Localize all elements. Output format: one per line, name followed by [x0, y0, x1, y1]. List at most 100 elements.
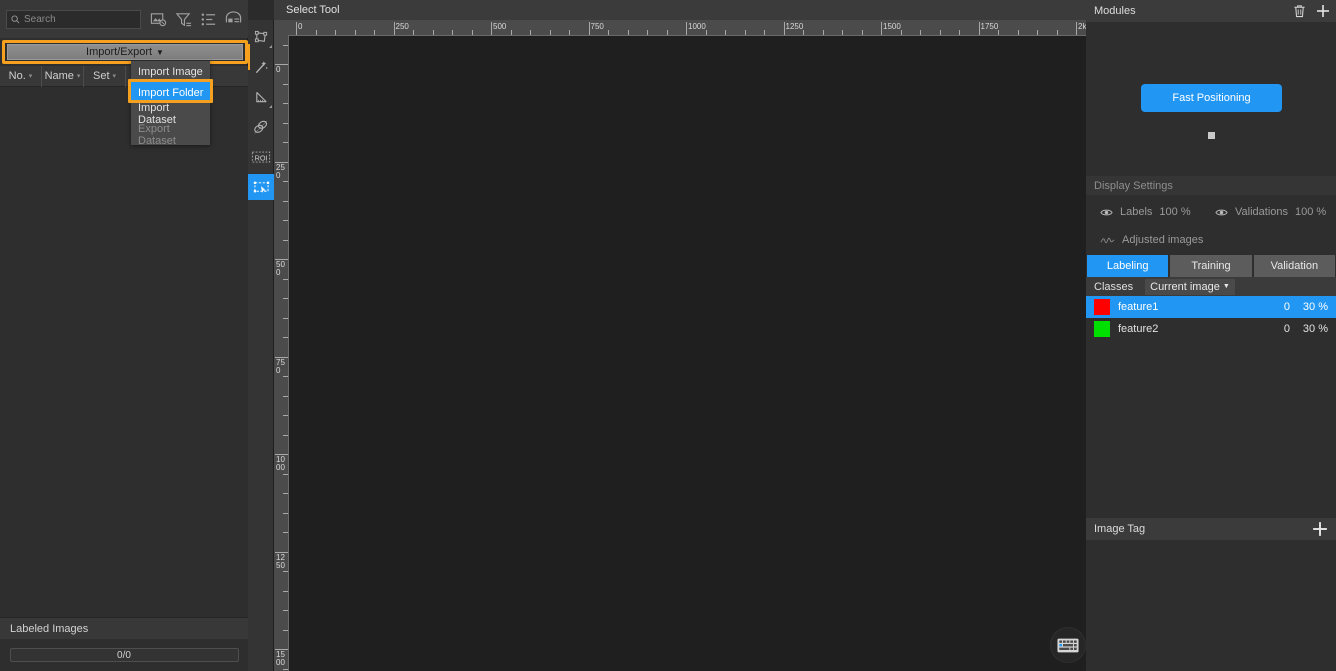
svg-text:ROI: ROI: [255, 153, 268, 162]
vertical-ruler[interactable]: 0 250 500 750 1000 1250 1500: [274, 35, 288, 671]
ruler-label: 500: [493, 22, 507, 31]
image-tag-header: Image Tag: [1086, 518, 1336, 540]
search-icon: [11, 14, 20, 23]
ruler-label: 0: [276, 65, 281, 74]
menu-item-import-image[interactable]: Import Image: [131, 61, 210, 82]
image-canvas[interactable]: [288, 35, 1086, 671]
canvas-area: Select Tool 0 250 500 750 1000 1250 1500 1750 2k…: [274, 0, 1086, 671]
ruler-label: 1500: [883, 22, 901, 31]
display-row-visibility: Labels 100 % Validations 100 %: [1086, 203, 1336, 221]
select-tool-icon: [253, 181, 269, 193]
chevron-down-icon: ▼: [156, 47, 164, 57]
classes-list: feature1 0 30 % feature2 0 30 %: [1086, 296, 1336, 340]
labeled-images-header: Labeled Images: [0, 617, 248, 639]
left-panel: Search Import/Export ▼ No. ▾ Name ▾ Set …: [0, 0, 248, 671]
menu-item-export-dataset: Export Dataset: [138, 122, 176, 147]
search-placeholder: Search: [24, 13, 56, 25]
right-panel: Modules Fast Positioning Display Setting…: [1086, 0, 1336, 671]
plus-icon[interactable]: [1316, 4, 1330, 18]
class-row-feature1[interactable]: feature1 0 30 %: [1086, 296, 1336, 318]
sort-caret-icon: ▾: [76, 73, 81, 80]
ruler-label: 1000: [276, 455, 285, 472]
class-scope-selector[interactable]: Current image ▼: [1145, 278, 1235, 295]
gallery-view-icon[interactable]: [225, 10, 242, 28]
image-filter-icon[interactable]: [150, 11, 167, 28]
column-label: Name: [44, 70, 74, 82]
class-color-swatch[interactable]: [1094, 321, 1110, 337]
labeled-progress-area: 0/0: [0, 639, 248, 671]
column-header-set[interactable]: Set ▾: [84, 65, 126, 87]
module-node-label: Fast Positioning: [1172, 92, 1251, 104]
adjusted-images-toggle[interactable]: Adjusted images: [1100, 234, 1203, 246]
ruler-major-tick: [588, 22, 590, 35]
class-percent: 30 %: [1302, 323, 1328, 335]
column-header-name[interactable]: Name ▾: [42, 65, 84, 87]
modules-canvas[interactable]: Fast Positioning: [1086, 22, 1336, 176]
progress-text: 0/0: [117, 649, 131, 661]
waveform-icon: [1100, 237, 1115, 243]
left-panel-toolbar: Search: [0, 0, 248, 38]
ruler-tool[interactable]: [248, 84, 274, 110]
ruler-label: 1000: [688, 22, 706, 31]
roi-tool[interactable]: ROI: [248, 144, 274, 170]
ruler-label: 1750: [980, 22, 999, 31]
class-color-swatch[interactable]: [1094, 299, 1110, 315]
polygon-tool[interactable]: [248, 24, 274, 50]
canvas-toolbar: ROI: [248, 20, 274, 671]
column-label: No.: [8, 70, 26, 82]
tab-training[interactable]: Training: [1170, 255, 1252, 277]
horizontal-ruler[interactable]: 0 250 500 750 1000 1250 1500 1750 2k: [274, 20, 1086, 35]
display-labels-value: 100 %: [1159, 206, 1191, 218]
keyboard-shortcuts-button[interactable]: [1051, 628, 1085, 662]
ruler-label: 2k: [1078, 22, 1086, 31]
funnel-filter-icon[interactable]: [175, 11, 192, 28]
display-validations-toggle[interactable]: Validations 100 %: [1215, 206, 1326, 218]
trash-icon[interactable]: [1293, 4, 1306, 18]
image-tag-body[interactable]: [1086, 540, 1336, 654]
display-labels-toggle[interactable]: Labels 100 %: [1100, 206, 1215, 218]
module-handle-bottom[interactable]: [1208, 132, 1215, 139]
plus-icon[interactable]: [1312, 521, 1328, 537]
magic-wand-tool[interactable]: [248, 54, 274, 80]
eraser-tool[interactable]: [248, 114, 274, 140]
ruler-major-tick: [881, 22, 882, 35]
class-count: 0: [1283, 323, 1290, 335]
labeled-images-label: Labeled Images: [10, 622, 89, 635]
ruler-major-tick: [296, 22, 297, 35]
import-export-area: Import/Export ▼: [2, 40, 248, 64]
import-export-button[interactable]: Import/Export ▼: [7, 44, 243, 60]
tool-expand-corner-icon: [269, 45, 272, 48]
select-tool[interactable]: [248, 174, 274, 200]
ruler-label: 1250: [276, 552, 285, 570]
modules-title: Modules: [1094, 5, 1136, 17]
list-view-icon[interactable]: [200, 11, 217, 28]
search-input[interactable]: Search: [6, 9, 141, 29]
import-export-dropdown-menu[interactable]: Import Image Import Folder Import Datase…: [131, 61, 210, 147]
ruler-label: 0: [298, 22, 303, 31]
chevron-down-icon: ▼: [1222, 283, 1230, 290]
module-node-fast-positioning[interactable]: Fast Positioning: [1141, 84, 1282, 112]
classes-list-empty-area: [1086, 340, 1336, 518]
ruler-label: 1500: [276, 650, 285, 667]
tool-title-bar: Select Tool: [274, 0, 1086, 20]
ruler-major-tick: [783, 22, 785, 35]
eraser-tool-icon: [254, 120, 268, 134]
menu-item-import-folder[interactable]: Import Folder: [131, 82, 210, 103]
class-row-feature2[interactable]: feature2 0 30 %: [1086, 318, 1336, 340]
tab-validation[interactable]: Validation: [1253, 255, 1335, 277]
tool-title-label: Select Tool: [286, 4, 340, 16]
ruler-label: 750: [276, 357, 285, 375]
image-table-body[interactable]: [0, 87, 248, 617]
magic-wand-tool-icon: [255, 60, 268, 73]
polygon-tool-icon: [254, 30, 267, 42]
ruler-label: 1250: [785, 22, 804, 31]
tool-expand-corner-icon: [269, 105, 272, 108]
import-export-label: Import/Export: [86, 46, 153, 58]
column-header-no[interactable]: No. ▾: [0, 65, 42, 87]
tab-labeling[interactable]: Labeling: [1087, 255, 1169, 277]
adjusted-images-label: Adjusted images: [1122, 234, 1204, 246]
eye-icon: [1215, 209, 1228, 215]
menu-item-import-dataset[interactable]: Import Dataset: [131, 102, 210, 126]
display-labels-label: Labels: [1120, 206, 1153, 218]
right-panel-tabs: Labeling Training Validation: [1086, 255, 1336, 277]
